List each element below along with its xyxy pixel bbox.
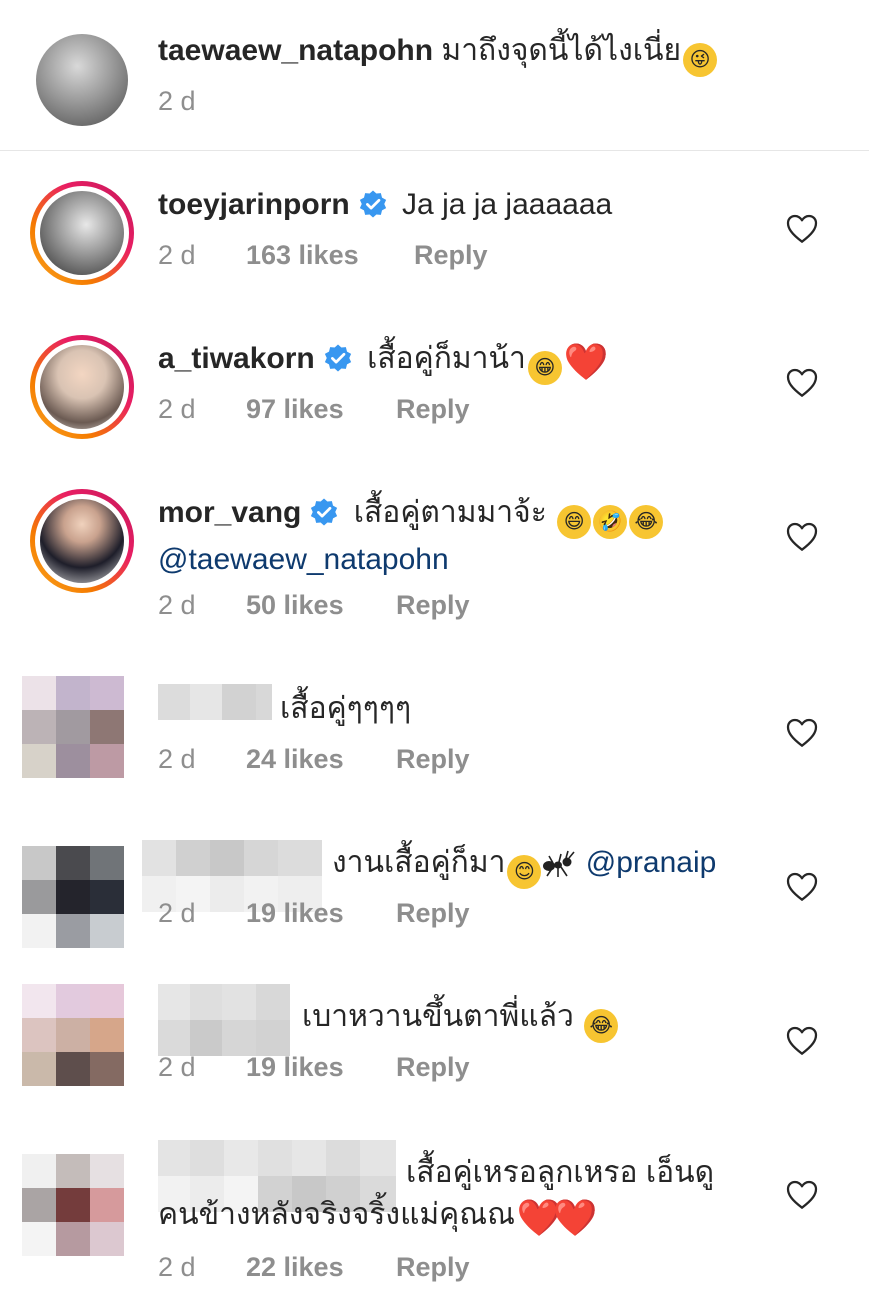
- avatar[interactable]: [30, 181, 134, 285]
- avatar[interactable]: [30, 489, 134, 593]
- heart-outline-icon[interactable]: [786, 1180, 818, 1210]
- pixelated-avatar[interactable]: [22, 984, 124, 1086]
- pixelated-avatar[interactable]: [22, 676, 124, 778]
- comment-body-line-2: คนข้างหลังจริงจริ้งแม่คุณณ: [158, 1198, 515, 1231]
- timestamp: 2 d: [158, 86, 196, 116]
- comment-text: เสื้อคู่ๆๆๆๆ: [280, 688, 749, 730]
- ant-emoji: [543, 850, 576, 877]
- smiling-blush-emoji: 😊: [507, 855, 542, 889]
- username[interactable]: toeyjarinporn: [158, 188, 350, 221]
- comment-body: Ja ja ja jaaaaaa: [402, 188, 613, 221]
- pixelated-avatar[interactable]: [22, 846, 124, 948]
- red-heart-emoji: ❤️: [552, 1197, 598, 1238]
- reply-button[interactable]: Reply: [396, 1052, 470, 1083]
- comment-body: เบาหวานขึ้นตาพี่แล้ว: [302, 1000, 574, 1033]
- heart-outline-icon[interactable]: [786, 1026, 818, 1056]
- comment-body: มาถึงจุดนี้ได้ไงเนี่ย: [441, 34, 682, 67]
- avatar-photo: [40, 191, 124, 275]
- pixelated-avatar[interactable]: [22, 1154, 124, 1256]
- comment-row: งานเสื้อคู่ก็มา 😊 @pranaip 2 d 19 likes R…: [0, 840, 869, 970]
- comment-text: เสื้อคู่เหรอลูกเหรอ เอ็นดู คนข้างหลังจริ…: [158, 1152, 749, 1236]
- verified-badge-icon: [359, 190, 386, 218]
- comment-row: a_tiwakorn เสื้อคู่ก็มาน้า 😁 ❤️ 2 d 97 lik…: [0, 330, 869, 450]
- tears-of-joy-emoji: 😂: [629, 505, 664, 539]
- likes-count[interactable]: 19 likes: [246, 1052, 396, 1083]
- red-heart-emoji: ❤️: [563, 341, 609, 382]
- heart-outline-icon[interactable]: [786, 718, 818, 748]
- username[interactable]: mor_vang: [158, 496, 301, 529]
- heart-outline-icon[interactable]: [786, 368, 818, 398]
- comment-text: a_tiwakorn เสื้อคู่ก็มาน้า 😁 ❤️: [158, 338, 749, 385]
- timestamp: 2 d: [158, 394, 196, 424]
- verified-badge-icon: [324, 344, 351, 372]
- comment-row: taewaew_natapohn มาถึงจุดนี้ได้ไงเนี่ย 😜 …: [0, 0, 869, 150]
- timestamp: 2 d: [158, 898, 196, 928]
- avatar[interactable]: [30, 335, 134, 439]
- tears-of-joy-emoji: 😂: [584, 1009, 619, 1043]
- avatar-photo: [40, 499, 124, 583]
- comment-body: เสื้อคู่ตามมาจ้ะ: [353, 496, 547, 529]
- reply-button[interactable]: Reply: [414, 240, 488, 271]
- reply-button[interactable]: Reply: [396, 394, 470, 425]
- mention-link[interactable]: @taewaew_natapohn: [158, 543, 449, 576]
- comment-row: mor_vang เสื้อคู่ตามมาจ้ะ 😄 🤣 😂 @taewaew_n…: [0, 484, 869, 634]
- comment-row: เบาหวานขึ้นตาพี่แล้ว 😂 2 d 19 likes Repl…: [0, 984, 869, 1114]
- heart-outline-icon[interactable]: [786, 214, 818, 244]
- timestamp: 2 d: [158, 240, 196, 270]
- reply-button[interactable]: Reply: [396, 744, 470, 775]
- likes-count[interactable]: 163 likes: [246, 240, 414, 271]
- avatar[interactable]: [36, 34, 128, 126]
- comment-row: เสื้อคู่เหรอลูกเหรอ เอ็นดู คนข้างหลังจริ…: [0, 1140, 869, 1314]
- divider: [0, 150, 869, 151]
- reply-button[interactable]: Reply: [396, 590, 470, 621]
- comment-body: เสื้อคู่เหรอลูกเหรอ เอ็นดู: [406, 1156, 715, 1189]
- comment-meta: 2 d 22 likes Reply: [158, 1252, 470, 1283]
- grinning-squinting-emoji: 😄: [557, 505, 592, 539]
- comment-text: taewaew_natapohn มาถึงจุดนี้ได้ไงเนี่ย 😜: [158, 30, 749, 77]
- likes-count[interactable]: 22 likes: [246, 1252, 396, 1283]
- comment-text: งานเสื้อคู่ก็มา 😊 @pranaip: [332, 842, 749, 889]
- heart-outline-icon[interactable]: [786, 522, 818, 552]
- comment-text: toeyjarinporn Ja ja ja jaaaaaa: [158, 184, 749, 226]
- pixelated-username: [158, 1020, 290, 1056]
- comment-row: เสื้อคู่ๆๆๆๆ 2 d 24 likes Reply: [0, 676, 869, 806]
- comment-meta: 2 d 19 likes Reply: [158, 898, 470, 929]
- winking-tongue-emoji: 😜: [683, 43, 718, 77]
- comment-body: งานเสื้อคู่ก็มา: [332, 846, 506, 879]
- rolling-laughing-emoji: 🤣: [593, 505, 628, 539]
- heart-outline-icon[interactable]: [786, 872, 818, 902]
- reply-button[interactable]: Reply: [396, 898, 470, 929]
- comment-meta: 2 d 97 likes Reply: [158, 394, 470, 425]
- likes-count[interactable]: 97 likes: [246, 394, 396, 425]
- avatar-photo: [40, 345, 124, 429]
- likes-count[interactable]: 24 likes: [246, 744, 396, 775]
- likes-count[interactable]: 19 likes: [246, 898, 396, 929]
- verified-badge-icon: [311, 498, 338, 526]
- comment-text: เบาหวานขึ้นตาพี่แล้ว 😂: [302, 996, 749, 1043]
- comment-meta: 2 d 163 likes Reply: [158, 240, 488, 271]
- comment-body: เสื้อคู่ก็มาน้า: [367, 342, 526, 375]
- timestamp: 2 d: [158, 590, 196, 620]
- timestamp: 2 d: [158, 1052, 196, 1082]
- comment-meta: 2 d: [158, 86, 246, 117]
- comment-body: เสื้อคู่ๆๆๆๆ: [280, 692, 412, 725]
- pixelated-username[interactable]: [142, 840, 322, 876]
- grinning-emoji: 😁: [527, 351, 562, 385]
- likes-count[interactable]: 50 likes: [246, 590, 396, 621]
- red-heart-emoji: ❤️: [516, 1197, 562, 1238]
- reply-button[interactable]: Reply: [396, 1252, 470, 1283]
- comment-text: mor_vang เสื้อคู่ตามมาจ้ะ 😄 🤣 😂 @taewaew_n…: [158, 492, 749, 581]
- timestamp: 2 d: [158, 744, 196, 774]
- mention-link[interactable]: @pranaip: [586, 846, 717, 879]
- pixelated-username[interactable]: [158, 684, 272, 720]
- comment-meta: 2 d 24 likes Reply: [158, 744, 470, 775]
- comment-meta: 2 d 50 likes Reply: [158, 590, 470, 621]
- comment-meta: 2 d 19 likes Reply: [158, 1052, 470, 1083]
- username[interactable]: a_tiwakorn: [158, 342, 315, 375]
- username[interactable]: taewaew_natapohn: [158, 34, 433, 67]
- pixelated-username[interactable]: [158, 984, 290, 1020]
- comment-row: toeyjarinporn Ja ja ja jaaaaaa 2 d 163 l…: [0, 176, 869, 296]
- timestamp: 2 d: [158, 1252, 196, 1282]
